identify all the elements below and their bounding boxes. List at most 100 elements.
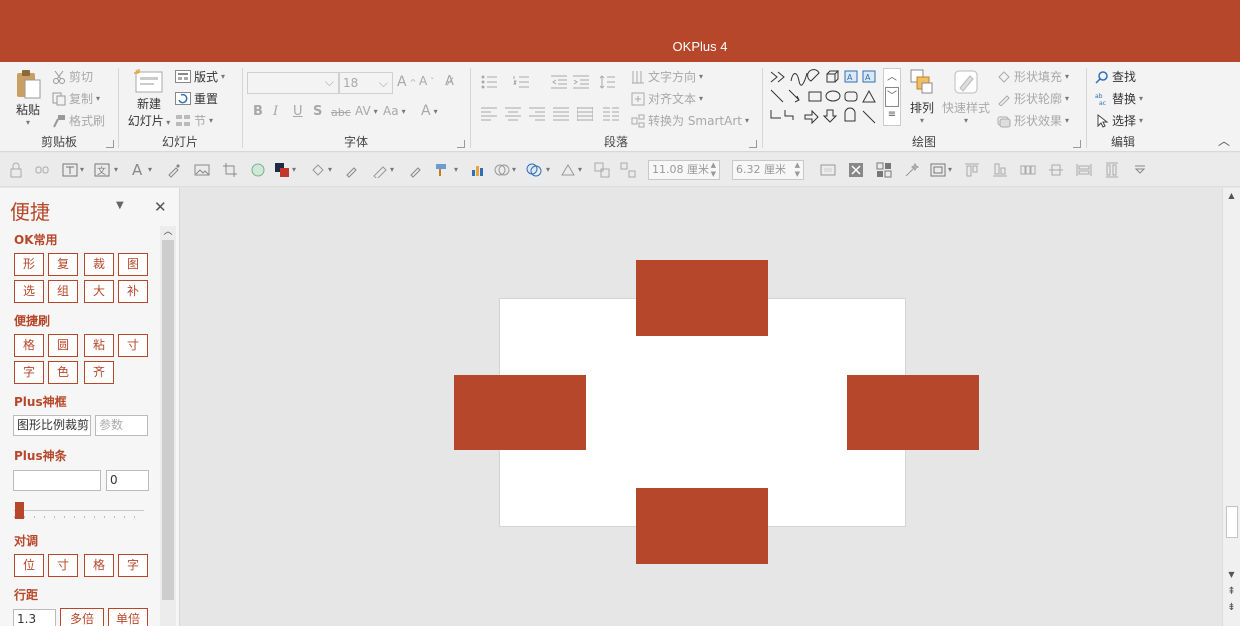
scroll-up-icon[interactable]: ▲ xyxy=(1223,188,1240,204)
ok-common-button-4[interactable]: 图 xyxy=(118,253,148,276)
strikethrough-icon[interactable]: abc xyxy=(331,106,351,119)
chevron-down-icon[interactable]: ▾ xyxy=(578,165,582,174)
shape-outline-button[interactable]: 形状轮廓 ▾ xyxy=(997,90,1069,107)
text-wrap-icon[interactable]: 文 xyxy=(94,162,110,178)
rectangle-right[interactable] xyxy=(847,375,979,450)
ok-common-button-5[interactable]: 选 xyxy=(14,280,44,303)
format-brush-icon[interactable] xyxy=(434,162,450,178)
close-box-icon[interactable] xyxy=(848,162,864,178)
align-center-icon[interactable] xyxy=(505,106,521,122)
align-button-3[interactable]: 格 xyxy=(84,554,114,577)
replace-button[interactable]: ab ac 替换 ▾ xyxy=(1095,90,1143,107)
chevron-down-icon[interactable]: ▾ xyxy=(948,165,952,174)
customize-toolbar-icon[interactable] xyxy=(1132,162,1148,178)
chevron-down-icon[interactable]: ▾ xyxy=(328,165,332,174)
chevron-down-icon[interactable]: ▾ xyxy=(512,165,516,174)
chevron-down-icon[interactable]: ▾ xyxy=(114,165,118,174)
plus-bar-input[interactable] xyxy=(13,470,101,491)
bold-icon[interactable]: B xyxy=(253,104,263,119)
panel-menu-chevron-icon[interactable]: ▼ xyxy=(116,200,124,211)
align-top-icon[interactable] xyxy=(964,162,980,178)
group-icon[interactable] xyxy=(594,162,610,178)
previous-slide-icon[interactable]: ⇞ xyxy=(1223,586,1240,597)
quick-styles-button[interactable]: 快速样式 ▾ xyxy=(941,68,991,125)
align-right-icon[interactable] xyxy=(529,106,545,122)
distribute-h-icon[interactable] xyxy=(1020,162,1036,178)
italic-icon[interactable]: I xyxy=(273,104,278,119)
chevron-up-icon[interactable]: ︿ xyxy=(884,69,900,87)
brush-button-5[interactable]: 字 xyxy=(14,361,44,384)
shrink-font-icon[interactable]: Aˇ xyxy=(419,74,434,88)
ok-common-button-2[interactable]: 复 xyxy=(48,253,78,276)
magic-icon[interactable] xyxy=(904,162,920,178)
same-width-icon[interactable] xyxy=(1076,162,1092,178)
chevron-down-icon[interactable]: ▾ xyxy=(148,165,152,174)
font-size-select[interactable]: 18 ⌵ xyxy=(339,72,393,94)
more-shapes-icon[interactable]: ≡ xyxy=(884,107,900,123)
fill-color-icon[interactable] xyxy=(274,162,290,178)
font-launcher-icon[interactable] xyxy=(457,140,465,148)
single-spacing-button[interactable]: 单倍 xyxy=(108,608,148,626)
format-painter-button[interactable]: 格式刷 xyxy=(52,112,105,129)
multi-spacing-button[interactable]: 多倍 xyxy=(60,608,104,626)
line-spacing-input[interactable]: 1.3 xyxy=(13,609,56,626)
image-icon[interactable] xyxy=(194,162,210,178)
text-box-icon[interactable] xyxy=(62,162,78,178)
panel-scroll-thumb[interactable] xyxy=(162,240,174,600)
next-slide-icon[interactable]: ⇟ xyxy=(1223,602,1240,613)
arrange-button[interactable]: 排列 ▾ xyxy=(905,68,939,125)
align-button-1[interactable]: 位 xyxy=(14,554,44,577)
shape-merge-icon[interactable] xyxy=(494,162,510,178)
align-middle-icon[interactable] xyxy=(1048,162,1064,178)
chevron-down-icon[interactable]: ▾ xyxy=(546,165,550,174)
char-spacing-icon[interactable]: AV ▾ xyxy=(355,104,378,118)
line-spacing-icon[interactable] xyxy=(599,74,615,90)
collapse-ribbon-icon[interactable]: ︿ xyxy=(1218,132,1230,149)
brush-button-3[interactable]: 粘 xyxy=(84,334,114,357)
rectangle-left[interactable] xyxy=(454,375,586,450)
slider-thumb[interactable] xyxy=(15,502,24,519)
numbering-icon[interactable] xyxy=(513,74,529,90)
columns-icon[interactable] xyxy=(603,106,619,122)
plus-frame-param-input[interactable]: 参数 xyxy=(95,415,148,436)
rectangle-top[interactable] xyxy=(636,260,768,336)
close-icon[interactable]: ✕ xyxy=(154,198,167,216)
section-button[interactable]: 节 ▾ xyxy=(175,112,213,129)
paragraph-launcher-icon[interactable] xyxy=(749,140,757,148)
chevron-down-icon[interactable]: ▾ xyxy=(292,165,296,174)
align-left-icon[interactable] xyxy=(481,106,497,122)
lock-icon[interactable] xyxy=(8,162,24,178)
font-style-icon[interactable]: A xyxy=(132,161,142,179)
new-slide-button[interactable]: 新建 幻灯片 ▾ xyxy=(125,68,173,129)
rotate-icon[interactable] xyxy=(560,162,576,178)
bullets-icon[interactable] xyxy=(481,74,497,90)
brush-button-4[interactable]: 寸 xyxy=(118,334,148,357)
chevron-down-icon[interactable]: ▾ xyxy=(390,165,394,174)
ok-common-button-3[interactable]: 裁 xyxy=(84,253,114,276)
width-input[interactable]: 11.08 厘米 ▲ ▼ xyxy=(648,160,720,180)
paste-dropdown-icon[interactable]: ▾ xyxy=(8,118,48,127)
slide-canvas[interactable] xyxy=(181,188,1221,626)
brush-button-7[interactable]: 齐 xyxy=(84,361,114,384)
copy-button[interactable]: 复制 ▾ xyxy=(52,90,100,107)
plus-frame-input[interactable]: 图形比例裁剪 xyxy=(13,415,91,436)
canvas-scroll-thumb[interactable] xyxy=(1226,506,1238,538)
chevron-down-icon[interactable]: ▾ xyxy=(80,165,84,174)
frame-icon[interactable] xyxy=(930,162,946,178)
brush-button-2[interactable]: 圆 xyxy=(48,334,78,357)
pen-icon[interactable] xyxy=(372,162,388,178)
slide-size-icon[interactable] xyxy=(820,162,836,178)
select-button[interactable]: 选择 ▾ xyxy=(1095,112,1143,129)
clipboard-launcher-icon[interactable] xyxy=(106,140,114,148)
height-input[interactable]: 6.32 厘米 ▲ ▼ xyxy=(732,160,804,180)
chevron-up-icon[interactable]: ︿ xyxy=(160,226,176,238)
brush-button-6[interactable]: 色 xyxy=(48,361,78,384)
increase-indent-icon[interactable] xyxy=(573,74,589,90)
ok-common-button-1[interactable]: 形 xyxy=(14,253,44,276)
grow-font-icon[interactable]: A ^ xyxy=(397,74,416,90)
circle-shape-icon[interactable] xyxy=(250,162,266,178)
shape-fill-button[interactable]: 形状填充 ▾ xyxy=(997,68,1069,85)
distribute-icon[interactable] xyxy=(577,106,593,122)
change-case-icon[interactable]: Aa ▾ xyxy=(383,104,406,118)
drawing-launcher-icon[interactable] xyxy=(1073,140,1081,148)
